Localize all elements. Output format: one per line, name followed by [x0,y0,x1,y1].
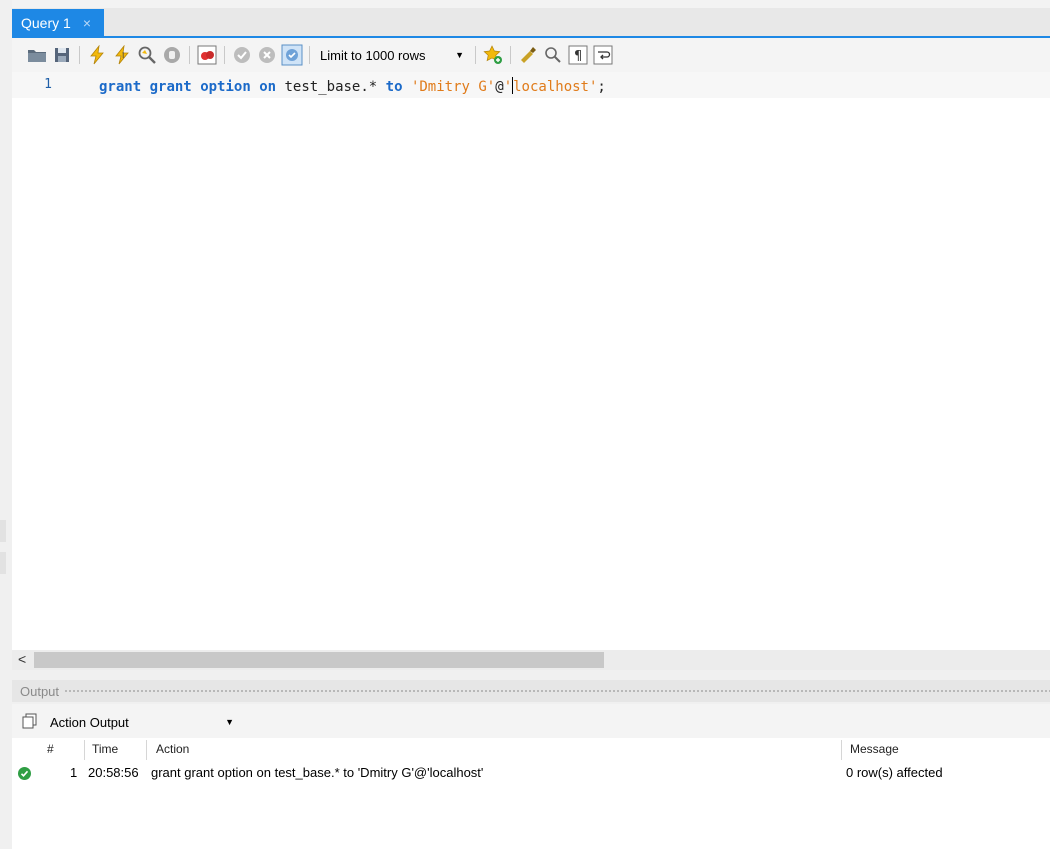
edge-mark [0,520,6,542]
column-divider[interactable] [841,740,842,760]
column-header-message[interactable]: Message [850,742,899,756]
output-view-value: Action Output [50,714,129,730]
drag-handle[interactable] [64,689,1050,694]
add-snippet-icon[interactable] [482,44,504,66]
limit-rows-value: Limit to 1000 rows [320,47,426,63]
dropdown-arrow-icon: ▼ [225,717,234,727]
row-time: 20:58:56 [88,765,139,780]
column-divider[interactable] [146,740,147,760]
tab-label: Query 1 [21,15,71,31]
keyword-token: grant [99,79,142,95]
execute-icon[interactable] [86,44,108,66]
string-token: localhost' [513,79,598,95]
column-header-action[interactable]: Action [156,742,189,756]
toolbar-separator [79,46,80,64]
word-wrap-icon[interactable] [592,44,614,66]
output-view-select[interactable]: Action Output ▼ [50,712,236,732]
column-divider[interactable] [84,740,85,760]
toolbar-separator [309,46,310,64]
edge-mark [0,552,6,574]
toolbar-separator [189,46,190,64]
toggle-stop-on-error-icon[interactable] [196,44,218,66]
auto-commit-icon[interactable] [281,44,303,66]
keyword-token: on [259,79,277,95]
copy-icon[interactable] [22,713,38,732]
operator-token: @ [495,79,504,95]
output-toolbar: Action Output ▼ [12,704,1050,738]
tab-bar-strip [12,0,1050,8]
column-header-time[interactable]: Time [92,742,118,756]
toolbar-separator [475,46,476,64]
svg-text:I: I [122,51,124,60]
line-number: 1 [44,77,52,92]
find-icon[interactable] [542,44,564,66]
identifier-token: test_base.* [284,79,378,95]
tab-query-1[interactable]: Query 1 × [12,9,104,37]
scroll-left-icon[interactable]: < [18,651,26,667]
explain-icon[interactable] [136,44,158,66]
row-message: 0 row(s) affected [846,765,943,780]
rollback-icon[interactable] [256,44,278,66]
keyword-token: to [385,79,403,95]
limit-rows-select[interactable]: Limit to 1000 rows ▼ [316,44,468,66]
string-token: 'Dmitry G' [410,79,496,95]
sql-editor[interactable]: 1 grant grant option on test_base.* to '… [12,72,1050,650]
keyword-token: grant [149,79,192,95]
stop-icon[interactable] [161,44,183,66]
string-token: ' [503,79,513,95]
window-left-edge [0,0,12,849]
toolbar-separator [224,46,225,64]
editor-horizontal-scrollbar[interactable]: < [12,650,1050,670]
keyword-token: option [200,79,251,95]
svg-text:¶: ¶ [574,49,582,64]
tab-close-icon[interactable]: × [83,15,91,31]
row-action: grant grant option on test_base.* to 'Dm… [151,765,484,780]
semicolon-token: ; [597,79,606,95]
execute-current-icon[interactable]: I [111,44,133,66]
dropdown-arrow-icon: ▼ [455,50,464,60]
beautify-icon[interactable] [517,44,539,66]
toolbar-separator [510,46,511,64]
action-output-grid: # Time Action Message 1 20:58:56 grant g… [12,738,1050,849]
invisible-chars-icon[interactable]: ¶ [567,44,589,66]
commit-icon[interactable] [231,44,253,66]
success-check-icon [18,767,31,780]
column-header-num[interactable]: # [47,742,54,756]
code-line[interactable]: grant grant option on test_base.* to 'Dm… [99,77,606,95]
output-panel-header: Output [12,680,1050,702]
table-row[interactable]: 1 20:58:56 grant grant option on test_ba… [12,764,1050,782]
tab-bar: Query 1 × [12,0,1050,38]
row-num: 1 [70,765,78,780]
sql-editor-toolbar: I Limit to 1000 rows ▼ ¶ [12,38,1050,72]
open-file-icon[interactable] [26,44,48,66]
scrollbar-thumb[interactable] [34,652,604,668]
output-panel-title: Output [20,684,60,699]
save-icon[interactable] [51,44,73,66]
